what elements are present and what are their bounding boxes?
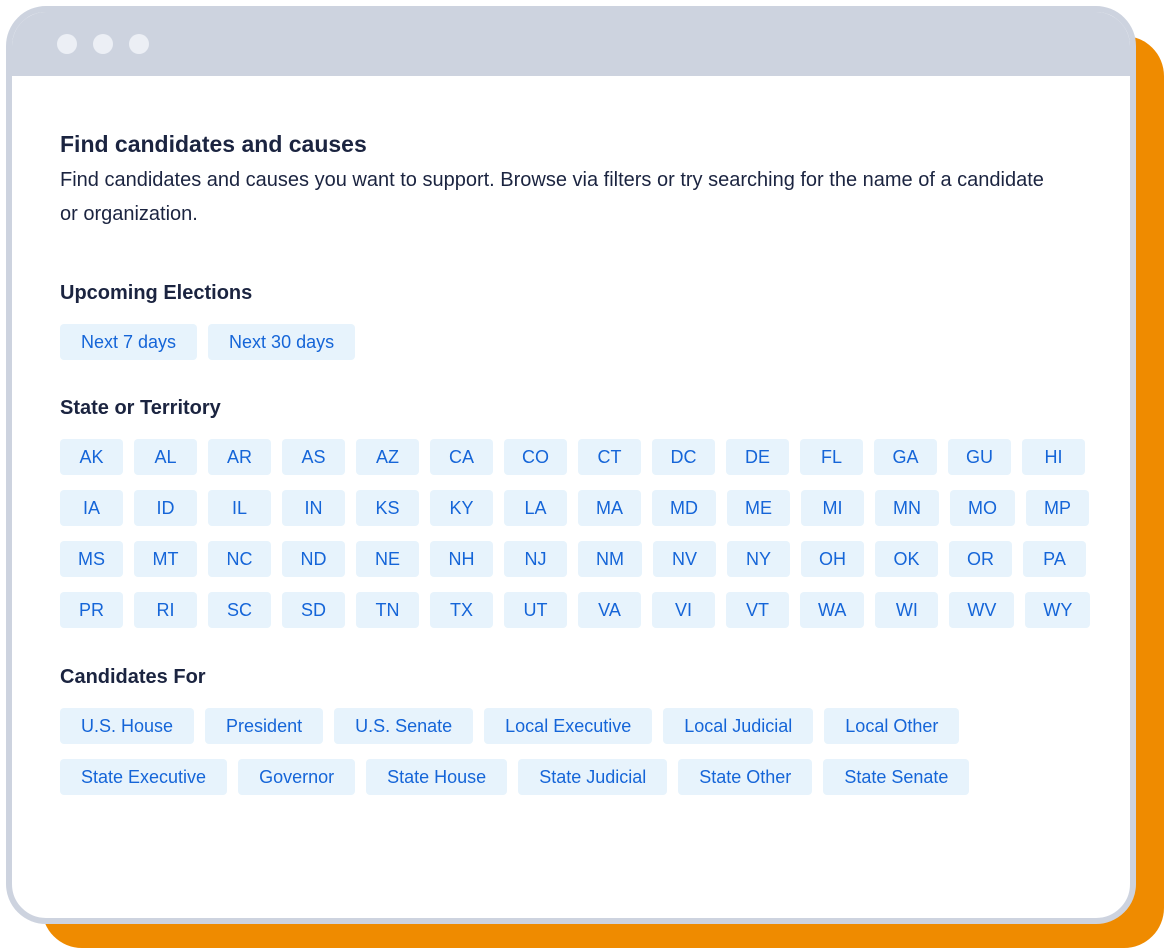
window-dot-icon: [129, 34, 149, 54]
state-chip[interactable]: SD: [282, 592, 345, 628]
state-chip[interactable]: VT: [726, 592, 789, 628]
candidates-for-filters: U.S. House President U.S. Senate Local Exec…: [60, 708, 1100, 795]
office-chip[interactable]: State Other: [678, 759, 813, 795]
office-chip[interactable]: Local Executive: [484, 708, 653, 744]
state-chip[interactable]: TN: [356, 592, 419, 628]
state-chip[interactable]: DE: [726, 439, 789, 475]
main-content: Find candidates and causes Find candidat…: [12, 76, 1130, 795]
state-chip[interactable]: IL: [208, 490, 271, 526]
state-chip[interactable]: PA: [1023, 541, 1086, 577]
state-chip[interactable]: KS: [356, 490, 419, 526]
state-chip[interactable]: NJ: [504, 541, 567, 577]
state-chip[interactable]: NH: [430, 541, 493, 577]
state-chip[interactable]: OK: [875, 541, 938, 577]
page-title: Find candidates and causes: [60, 131, 367, 157]
state-chip[interactable]: AL: [134, 439, 197, 475]
office-chip[interactable]: State House: [366, 759, 508, 795]
state-chip[interactable]: AR: [208, 439, 271, 475]
state-chip[interactable]: NY: [727, 541, 790, 577]
state-chip[interactable]: MT: [134, 541, 197, 577]
state-chip[interactable]: MP: [1026, 490, 1089, 526]
window-titlebar: [12, 12, 1130, 76]
state-chip[interactable]: CO: [504, 439, 567, 475]
office-chip[interactable]: Governor: [238, 759, 356, 795]
state-chip[interactable]: GU: [948, 439, 1011, 475]
state-chip[interactable]: WA: [800, 592, 865, 628]
browser-window: Find candidates and causes Find candidat…: [6, 6, 1136, 924]
state-chip[interactable]: PR: [60, 592, 123, 628]
state-territory-title: State or Territory: [60, 397, 221, 419]
state-chip[interactable]: ID: [134, 490, 197, 526]
state-chip[interactable]: MA: [578, 490, 641, 526]
state-chip[interactable]: FL: [800, 439, 863, 475]
office-chip[interactable]: State Senate: [823, 759, 970, 795]
state-chip[interactable]: OH: [801, 541, 864, 577]
state-chip[interactable]: OR: [949, 541, 1012, 577]
office-chip[interactable]: State Executive: [60, 759, 228, 795]
office-chip[interactable]: U.S. House: [60, 708, 195, 744]
state-chip[interactable]: NV: [653, 541, 716, 577]
state-chip[interactable]: ME: [727, 490, 790, 526]
office-chip[interactable]: State Judicial: [518, 759, 668, 795]
window-dot-icon: [93, 34, 113, 54]
state-chip[interactable]: DC: [652, 439, 715, 475]
state-chip[interactable]: VA: [578, 592, 641, 628]
window-dot-icon: [57, 34, 77, 54]
page-description: Find candidates and causes you want to s…: [60, 169, 1044, 225]
state-territory-filters: AK AL AR AS AZ CA CO CT DC DE FL GA GU HI IA ID IL IN KS KY…: [60, 439, 1100, 628]
state-chip[interactable]: NC: [208, 541, 271, 577]
state-chip[interactable]: ND: [282, 541, 345, 577]
upcoming-elections-title: Upcoming Elections: [60, 282, 253, 304]
state-chip[interactable]: KY: [430, 490, 493, 526]
state-chip[interactable]: MI: [801, 490, 864, 526]
state-chip[interactable]: NE: [356, 541, 419, 577]
election-window-chip[interactable]: Next 7 days: [60, 324, 198, 360]
state-chip[interactable]: LA: [504, 490, 567, 526]
state-chip[interactable]: CT: [578, 439, 641, 475]
state-chip[interactable]: TX: [430, 592, 493, 628]
election-window-chip[interactable]: Next 30 days: [208, 324, 356, 360]
state-chip[interactable]: SC: [208, 592, 271, 628]
office-chip[interactable]: U.S. Senate: [334, 708, 474, 744]
upcoming-elections-filters: Next 7 days Next 30 days: [60, 324, 1100, 360]
state-chip[interactable]: MO: [950, 490, 1015, 526]
state-chip[interactable]: MN: [875, 490, 939, 526]
state-chip[interactable]: MD: [652, 490, 716, 526]
state-chip[interactable]: IN: [282, 490, 345, 526]
state-chip[interactable]: VI: [652, 592, 715, 628]
state-chip[interactable]: AK: [60, 439, 123, 475]
state-chip[interactable]: WV: [949, 592, 1015, 628]
state-chip[interactable]: NM: [578, 541, 642, 577]
state-chip[interactable]: WI: [875, 592, 939, 628]
office-chip[interactable]: President: [205, 708, 324, 744]
state-chip[interactable]: AZ: [356, 439, 419, 475]
state-chip[interactable]: GA: [874, 439, 937, 475]
state-chip[interactable]: AS: [282, 439, 345, 475]
office-chip[interactable]: Local Judicial: [663, 708, 814, 744]
office-chip[interactable]: Local Other: [824, 708, 960, 744]
state-chip[interactable]: HI: [1022, 439, 1085, 475]
state-chip[interactable]: RI: [134, 592, 197, 628]
state-chip[interactable]: CA: [430, 439, 493, 475]
state-chip[interactable]: IA: [60, 490, 123, 526]
state-chip[interactable]: MS: [60, 541, 123, 577]
state-chip[interactable]: UT: [504, 592, 567, 628]
state-chip[interactable]: WY: [1025, 592, 1091, 628]
candidates-for-title: Candidates For: [60, 666, 206, 688]
